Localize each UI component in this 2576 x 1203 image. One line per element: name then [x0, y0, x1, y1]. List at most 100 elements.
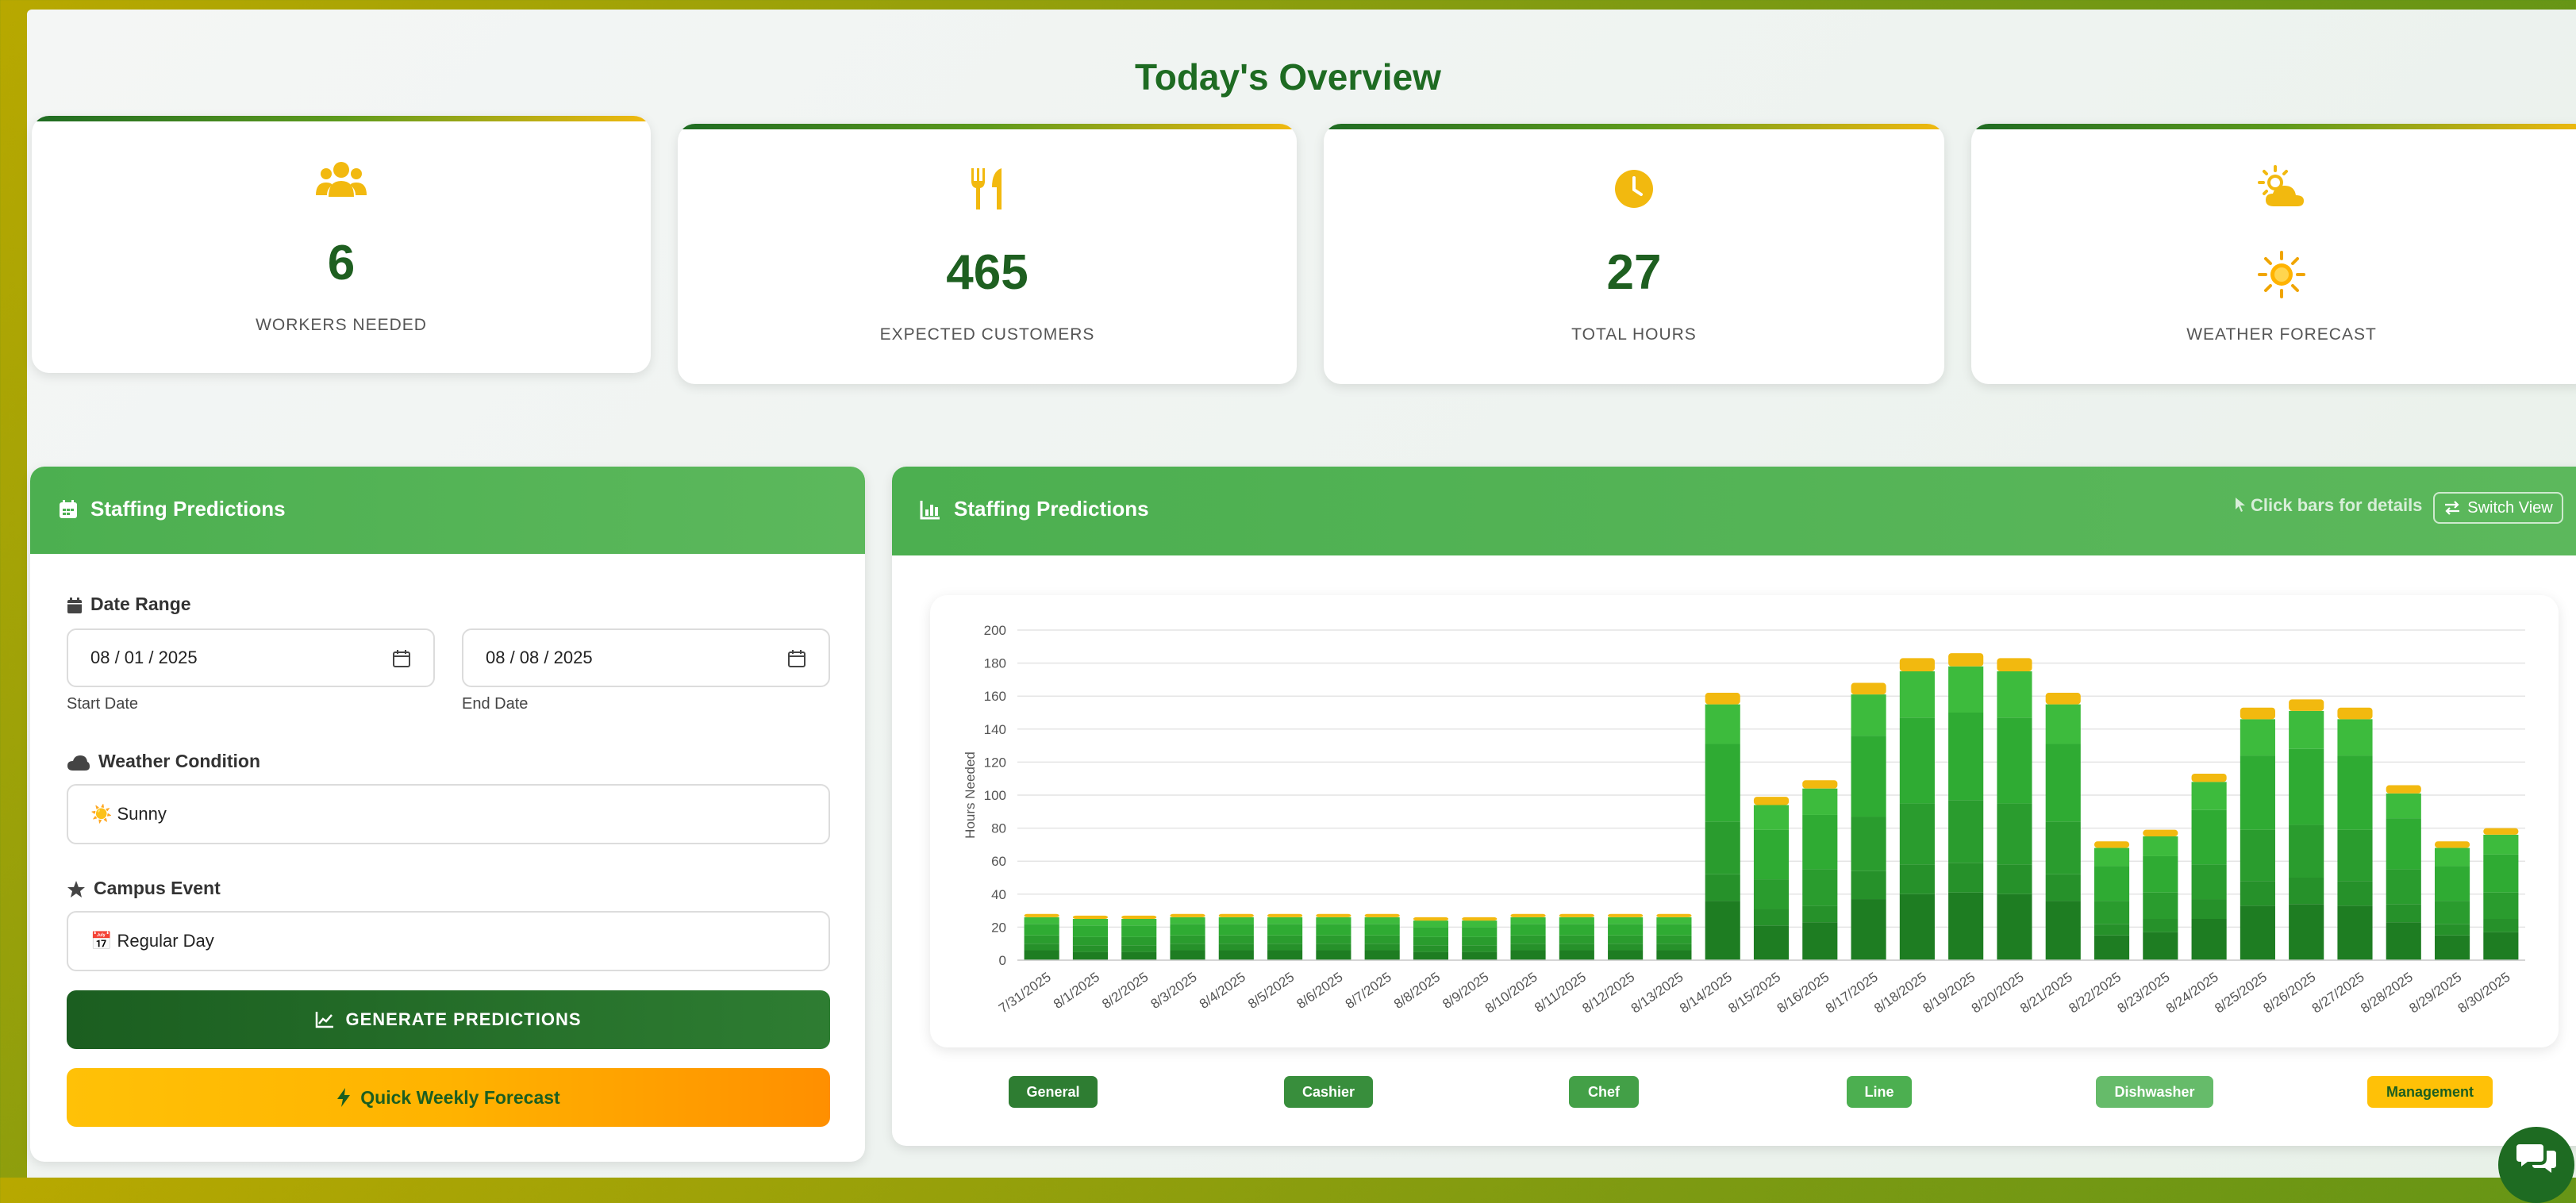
bar-segment — [2435, 866, 2470, 901]
bar-segment — [1510, 950, 1546, 960]
bar-segment — [1364, 917, 1400, 924]
bar-segment — [1316, 924, 1351, 936]
bar-segment — [1656, 944, 1692, 951]
y-tick-label: 120 — [984, 755, 1006, 770]
bar-segment — [2045, 693, 2081, 705]
weather-select[interactable]: ☀️ Sunny — [67, 784, 830, 844]
bar-segment — [1705, 704, 1740, 744]
calendar-picker-icon[interactable] — [787, 649, 806, 668]
y-tick-label: 60 — [991, 854, 1006, 869]
bar-segment — [1997, 864, 2032, 894]
y-tick-label: 20 — [991, 920, 1006, 935]
bar-segment — [1267, 917, 1303, 924]
legend-item-general[interactable]: General — [1009, 1076, 1098, 1108]
chat-button[interactable] — [2498, 1127, 2574, 1203]
bar-segment — [1316, 913, 1351, 917]
bar-segment — [1899, 671, 1935, 718]
start-date-value: 08 / 01 / 2025 — [90, 648, 198, 667]
bar-segment — [1170, 944, 1205, 951]
event-label: Campus Event — [67, 878, 221, 899]
bar-segment — [1364, 924, 1400, 936]
stat-label: Expected Customers — [879, 325, 1095, 344]
bar-segment — [2045, 821, 2081, 874]
calendar-icon — [67, 597, 82, 613]
switch-view-label: Switch View — [2467, 498, 2553, 517]
start-date-input[interactable]: 08 / 01 / 2025 — [67, 628, 435, 687]
bar-segment — [1413, 936, 1449, 946]
x-tick-label: 8/19/2025 — [1920, 970, 1978, 1017]
calendar-icon — [60, 500, 77, 518]
x-tick-label: 8/28/2025 — [2358, 970, 2416, 1017]
bar-segment — [1024, 935, 1059, 944]
bar-segment — [1997, 803, 2032, 865]
bar-segment — [1218, 950, 1254, 960]
bar-segment — [1072, 915, 1108, 919]
legend-item-management[interactable]: Management — [2367, 1076, 2493, 1108]
bar-segment — [2093, 841, 2130, 848]
x-tick-label: 8/25/2025 — [2212, 970, 2270, 1017]
bar-segment — [2240, 829, 2275, 882]
x-tick-label: 8/29/2025 — [2406, 970, 2464, 1017]
x-tick-label: 8/30/2025 — [2455, 970, 2513, 1017]
y-tick-label: 180 — [984, 656, 1006, 671]
chart-hint-text: Click bars for details — [2251, 495, 2423, 515]
bar-segment — [1899, 658, 1935, 671]
bar-segment — [1170, 917, 1205, 924]
bar-segment — [1656, 950, 1692, 960]
x-tick-label: 8/17/2025 — [1823, 970, 1881, 1017]
quick-weekly-forecast-button[interactable]: Quick Weekly Forecast — [67, 1068, 830, 1127]
comments-icon — [2516, 1144, 2556, 1173]
cloud-icon — [67, 755, 90, 771]
legend-item-cashier[interactable]: Cashier — [1284, 1076, 1373, 1108]
bar-segment — [2289, 748, 2324, 825]
bar-segment — [1851, 871, 1886, 900]
generate-predictions-label: GENERATE PREDICTIONS — [345, 1009, 582, 1029]
bar-segment — [2483, 854, 2519, 893]
bar-segment — [2143, 836, 2178, 856]
generate-predictions-button[interactable]: GENERATE PREDICTIONS — [67, 990, 830, 1049]
y-axis-label: Hours Needed — [963, 751, 978, 839]
bar-segment — [1802, 869, 1838, 906]
bar-segment — [1413, 927, 1449, 937]
bar-segment — [2435, 901, 2470, 924]
bar-segment — [1267, 950, 1303, 960]
bar-segment — [1608, 913, 1644, 917]
bar-segment — [1705, 901, 1740, 960]
bar-segment — [1170, 924, 1205, 936]
staffing-bar-chart: 0 20 40 60 80 100 120 140 160 180 200 Hours Needed 7… — [963, 623, 2525, 1017]
bar-segment — [2435, 935, 2470, 960]
bar-segment — [2289, 699, 2324, 711]
bar-segment — [1364, 944, 1400, 951]
calendar-picker-icon[interactable] — [392, 649, 411, 668]
x-tick-label: 7/31/2025 — [996, 970, 1054, 1017]
event-select[interactable]: 📅 Regular Day — [67, 911, 830, 971]
bar-segment — [2143, 855, 2178, 893]
switch-view-button[interactable]: Switch View — [2433, 492, 2563, 524]
bar-segment — [2386, 793, 2421, 819]
end-date-input[interactable]: 08 / 08 / 2025 — [462, 628, 830, 687]
bar-segment — [1072, 919, 1108, 926]
bar-segment — [1753, 829, 1790, 880]
bar-segment — [1753, 805, 1790, 830]
legend-item-line[interactable]: Line — [1847, 1076, 1912, 1108]
weather-label-text: Weather Condition — [98, 751, 261, 771]
users-icon — [32, 156, 651, 203]
bar-segment — [2386, 904, 2421, 923]
bar-segment — [2191, 919, 2227, 960]
bar-segment — [1948, 653, 1984, 667]
legend-item-dishwasher[interactable]: Dishwasher — [2096, 1076, 2213, 1108]
bar-segment — [1705, 744, 1740, 822]
bar-segment — [1218, 944, 1254, 951]
bar-segment — [1121, 925, 1157, 937]
bar-segment — [1559, 944, 1594, 951]
bar-segment — [1121, 919, 1157, 926]
bar-segment — [2337, 905, 2373, 960]
quick-weekly-forecast-label: Quick Weekly Forecast — [360, 1086, 560, 1108]
legend-item-chef[interactable]: Chef — [1569, 1076, 1639, 1108]
bar-segment — [1462, 921, 1498, 928]
utensils-icon — [678, 165, 1297, 213]
panel-title: Staffing Predictions — [90, 497, 286, 521]
bar-segment — [2337, 755, 2373, 830]
bar-segment — [1851, 694, 1886, 736]
cloud-sun-icon — [1971, 163, 2576, 211]
